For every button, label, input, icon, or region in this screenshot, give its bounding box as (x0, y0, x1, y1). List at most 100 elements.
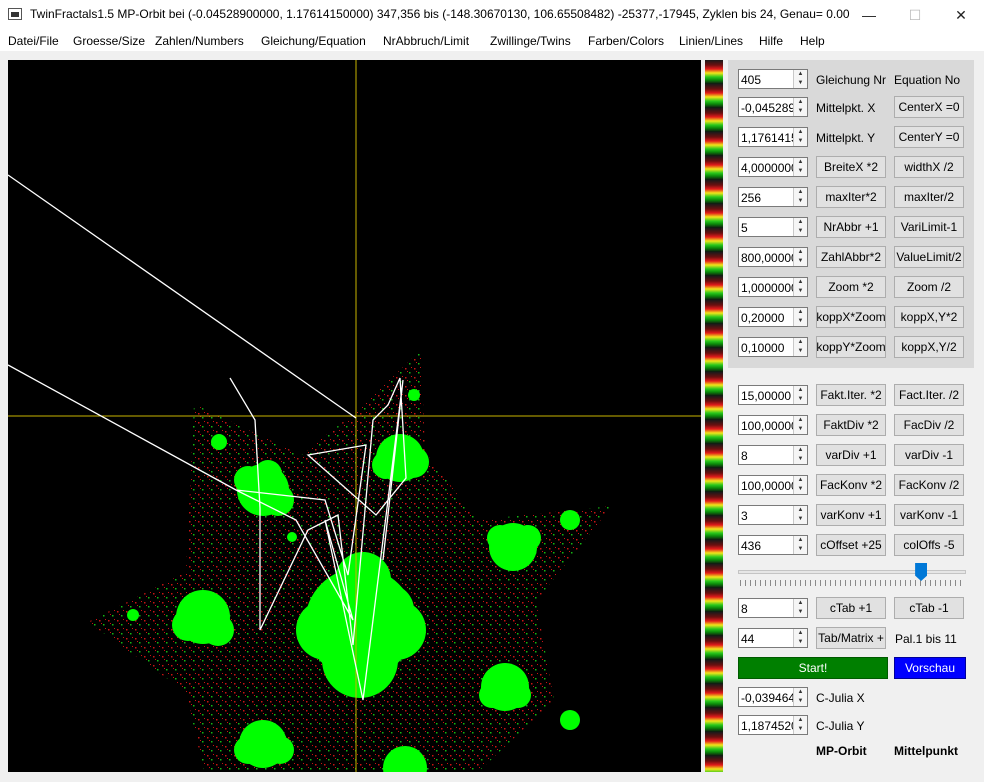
width-x-half-button[interactable]: widthX /2 (894, 156, 964, 178)
menu-farben[interactable]: Farben/Colors (588, 34, 664, 48)
spinner-arrows-icon[interactable]: ▲ ▼ (793, 446, 807, 464)
start-button[interactable]: Start! (738, 657, 888, 679)
menu-linien[interactable]: Linien/Lines (679, 34, 743, 48)
fractal-canvas[interactable] (8, 60, 701, 772)
spinner-arrows-icon[interactable]: ▲ ▼ (793, 218, 807, 236)
mp-orbit-label: MP-Orbit (816, 744, 867, 758)
kopp-y-spinner[interactable]: 0,10000 ▲ ▼ (738, 337, 808, 357)
preview-button[interactable]: Vorschau (894, 657, 966, 679)
value-limit-half-button[interactable]: ValueLimit/2 (894, 246, 964, 268)
center-y-spinner[interactable]: 1,1761415(▲▼ (738, 127, 808, 147)
spinner-arrows-icon[interactable]: ▲ ▼ (793, 278, 807, 296)
spinner-arrows-icon[interactable]: ▲ ▼ (793, 629, 807, 647)
spinner-arrows-icon[interactable]: ▲ ▼ (793, 98, 807, 116)
kopp-y-zoom-button[interactable]: koppY*Zoom (816, 336, 886, 358)
center-y-label: Mittelpkt. Y (816, 131, 876, 145)
spinner-arrows-icon[interactable]: ▲ ▼ (793, 188, 807, 206)
max-iter-spinner[interactable]: 256 ▲ ▼ (738, 187, 808, 207)
spinner-arrows-icon[interactable]: ▲ ▼ (793, 70, 807, 88)
julia-y-spinner[interactable]: 1,1874520 ▲ ▼ (738, 715, 808, 735)
ctab-spinner[interactable]: 8 ▲ ▼ (738, 598, 808, 618)
spinner-arrows-icon[interactable]: ▲ ▼ (793, 716, 807, 734)
spinner-arrows-icon[interactable]: ▲ ▼ (793, 248, 807, 266)
menu-zwillinge[interactable]: Zwillinge/Twins (490, 34, 571, 48)
color-offset-spinner[interactable]: 436 ▲ ▼ (738, 535, 808, 555)
equation-number-spinner[interactable]: 405 ▲ ▼ (738, 69, 808, 89)
menu-hilfe[interactable]: Hilfe (759, 34, 783, 48)
vari-limit-minus-button[interactable]: VariLimit-1 (894, 216, 964, 238)
julia-y-label: C-Julia Y (816, 719, 865, 733)
tab-matrix-button[interactable]: Tab/Matrix + (816, 627, 886, 649)
menu-groesse[interactable]: Groesse/Size (73, 34, 145, 48)
nr-abbr-plus-button[interactable]: NrAbbr +1 (816, 216, 886, 238)
center-y-zero-button[interactable]: CenterY =0 (894, 126, 964, 148)
color-offset-plus-button[interactable]: cOffset +25 (816, 534, 886, 556)
mittelpunkt-label: Mittelpunkt (894, 744, 958, 758)
zahl-abbr-double-button[interactable]: ZahlAbbr*2 (816, 246, 886, 268)
max-iter-half-button[interactable]: maxIter/2 (894, 186, 964, 208)
fac-konv-half-button[interactable]: FacKonv /2 (894, 474, 964, 496)
ctab-minus-button[interactable]: cTab -1 (894, 597, 964, 619)
zoom-half-button[interactable]: Zoom /2 (894, 276, 964, 298)
fact-iter-half-button[interactable]: Fact.Iter. /2 (894, 384, 964, 406)
menu-zahlen[interactable]: Zahlen/Numbers (155, 34, 244, 48)
tab-matrix-spinner[interactable]: 44 ▲ ▼ (738, 628, 808, 648)
spinner-arrows-icon[interactable]: ▲ ▼ (793, 416, 807, 434)
center-x-spinner[interactable]: -0,045289(▲▼ (738, 97, 808, 117)
kopp-xy-half-button[interactable]: koppX,Y/2 (894, 336, 964, 358)
menu-gleichung[interactable]: Gleichung/Equation (261, 34, 366, 48)
spinner-arrows-icon[interactable]: ▲ ▼ (793, 476, 807, 494)
color-palette-strip (705, 60, 723, 772)
fakt-div-double-button[interactable]: FaktDiv *2 (816, 414, 886, 436)
fakt-iter-double-button[interactable]: Fakt.Iter. *2 (816, 384, 886, 406)
fac-div-half-button[interactable]: FacDiv /2 (894, 414, 964, 436)
ctab-plus-button[interactable]: cTab +1 (816, 597, 886, 619)
var-konv-plus-button[interactable]: varKonv +1 (816, 504, 886, 526)
color-slider-thumb[interactable] (915, 563, 928, 581)
close-button[interactable]: ✕ (938, 0, 984, 30)
spinner-arrows-icon[interactable]: ▲ ▼ (793, 599, 807, 617)
fac-konv-spinner[interactable]: 100,00000 ▲ ▼ (738, 475, 808, 495)
minimize-button[interactable]: — (846, 0, 892, 30)
center-x-zero-button[interactable]: CenterX =0 (894, 96, 964, 118)
spinner-arrows-icon[interactable]: ▲ ▼ (793, 308, 807, 326)
fakt-iter-spinner[interactable]: 15,00000 ▲ ▼ (738, 385, 808, 405)
zoom-double-button[interactable]: Zoom *2 (816, 276, 886, 298)
color-slider-track[interactable] (738, 570, 966, 574)
width-x-spinner[interactable]: 4,0000000 ▲ ▼ (738, 157, 808, 177)
menu-nrabbruch[interactable]: NrAbbruch/Limit (383, 34, 469, 48)
menu-help[interactable]: Help (800, 34, 825, 48)
var-div-plus-button[interactable]: varDiv +1 (816, 444, 886, 466)
width-x-double-button[interactable]: BreiteX *2 (816, 156, 886, 178)
julia-x-label: C-Julia X (816, 691, 865, 705)
spinner-arrows-icon[interactable]: ▲ ▼ (793, 536, 807, 554)
window-title: TwinFractals1.5 MP-Orbit bei (-0.0452890… (30, 7, 850, 21)
fac-konv-double-button[interactable]: FacKonv *2 (816, 474, 886, 496)
menu-datei[interactable]: Datei/File (8, 34, 59, 48)
menu-bar: Datei/File Groesse/Size Zahlen/Numbers G… (0, 30, 984, 52)
maximize-button[interactable]: ☐ (892, 0, 938, 30)
julia-x-spinner[interactable]: -0,0394649▲▼ (738, 687, 808, 707)
kopp-xy-double-button[interactable]: koppX,Y*2 (894, 306, 964, 328)
color-offset-minus-button[interactable]: colOffs -5 (894, 534, 964, 556)
var-div-minus-button[interactable]: varDiv -1 (894, 444, 964, 466)
fakt-div-spinner[interactable]: 100,00000 ▲ ▼ (738, 415, 808, 435)
value-limit-spinner[interactable]: 800,00000 ▲ ▼ (738, 247, 808, 267)
var-konv-spinner[interactable]: 3 ▲ ▼ (738, 505, 808, 525)
spinner-arrows-icon[interactable]: ▲ ▼ (793, 338, 807, 356)
spinner-arrows-icon[interactable]: ▲ ▼ (793, 506, 807, 524)
max-iter-double-button[interactable]: maxIter*2 (816, 186, 886, 208)
spinner-arrows-icon[interactable]: ▲ ▼ (793, 158, 807, 176)
kopp-x-spinner[interactable]: 0,20000 ▲ ▼ (738, 307, 808, 327)
equation-label-de: Gleichung Nr (816, 73, 887, 87)
spinner-arrows-icon[interactable]: ▲ ▼ (793, 688, 807, 706)
var-konv-minus-button[interactable]: varKonv -1 (894, 504, 964, 526)
title-bar: TwinFractals1.5 MP-Orbit bei (-0.0452890… (0, 0, 984, 30)
color-slider-ticks (740, 580, 964, 586)
spinner-arrows-icon[interactable]: ▲ ▼ (793, 386, 807, 404)
kopp-x-zoom-button[interactable]: koppX*Zoom (816, 306, 886, 328)
nr-abbr-spinner[interactable]: 5 ▲ ▼ (738, 217, 808, 237)
spinner-arrows-icon[interactable]: ▲ ▼ (793, 128, 807, 146)
var-div-spinner[interactable]: 8 ▲ ▼ (738, 445, 808, 465)
zoom-spinner[interactable]: 1,0000000 ▲ ▼ (738, 277, 808, 297)
